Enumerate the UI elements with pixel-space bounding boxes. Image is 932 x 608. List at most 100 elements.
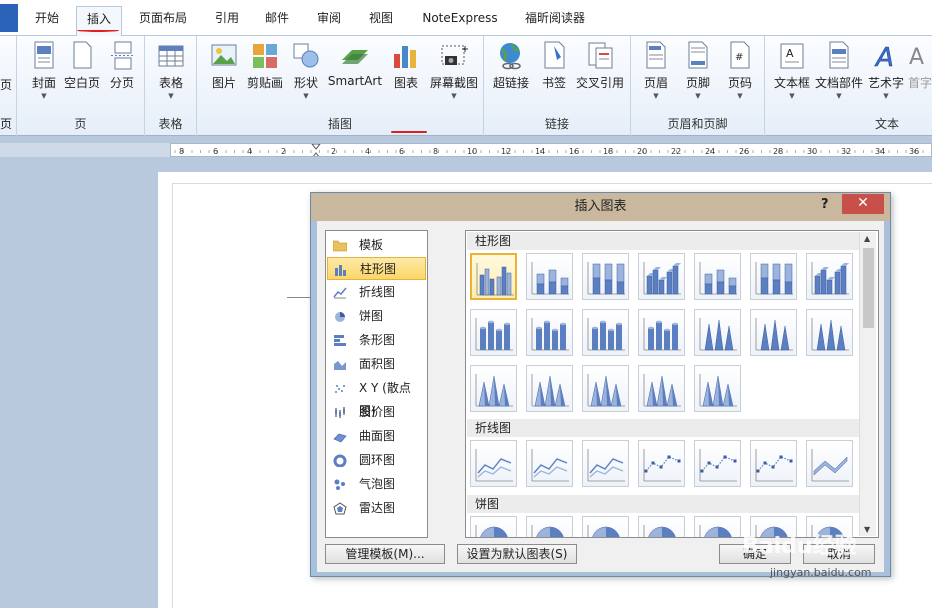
category-bar[interactable]: 条形图 bbox=[327, 329, 426, 352]
category-radar[interactable]: 雷达图 bbox=[327, 497, 426, 520]
chart-type-thumbnail[interactable] bbox=[806, 309, 853, 356]
thumbnail-mark bbox=[701, 456, 736, 472]
chart-type-thumbnail[interactable] bbox=[470, 365, 517, 412]
chart-type-thumbnail[interactable] bbox=[582, 309, 629, 356]
chart-button[interactable]: 图表 bbox=[381, 40, 431, 91]
quick-parts-button[interactable]: 文档部件 ▼ bbox=[813, 40, 865, 101]
chart-type-thumbnail[interactable] bbox=[526, 516, 573, 537]
chart-type-thumbnail[interactable] bbox=[470, 440, 517, 487]
chart-type-thumbnail[interactable] bbox=[526, 440, 573, 487]
tab-home[interactable]: 开始 bbox=[26, 8, 68, 36]
gallery-scrollbar[interactable]: ▲ ▼ bbox=[859, 232, 876, 536]
tab-view[interactable]: 视图 bbox=[360, 8, 402, 36]
tab-noteexpress[interactable]: NoteExpress bbox=[414, 8, 506, 36]
thumbnail-mark bbox=[656, 320, 662, 324]
shapes-button[interactable]: 形状 ▼ bbox=[281, 40, 331, 101]
tab-mailings[interactable]: 邮件 bbox=[256, 8, 298, 36]
cross-reference-label: 交叉引用 bbox=[575, 76, 624, 90]
chart-type-thumbnail[interactable] bbox=[582, 440, 629, 487]
chart-type-thumbnail[interactable] bbox=[694, 440, 741, 487]
thumbnail-mark bbox=[544, 322, 550, 350]
category-bubble[interactable]: 气泡图 bbox=[327, 473, 426, 496]
tab-insert[interactable]: 插入 bbox=[76, 6, 122, 37]
chart-type-thumbnail[interactable] bbox=[470, 309, 517, 356]
column-chart-icon bbox=[335, 265, 346, 276]
page-break-button[interactable]: 分页 bbox=[97, 40, 147, 91]
wordart-button[interactable]: A 艺术字 ▼ bbox=[861, 40, 911, 101]
table-button[interactable]: 表格 ▼ bbox=[146, 40, 196, 101]
ruler-tick-label: 26 bbox=[739, 147, 749, 156]
chart-type-thumbnail[interactable] bbox=[694, 309, 741, 356]
category-column[interactable]: 柱形图 bbox=[327, 257, 426, 280]
category-surface[interactable]: 曲面图 bbox=[327, 425, 426, 448]
horizontal-ruler[interactable]: 8 6 4 2 2 4 6 8 10 12 14 16 18 20 22 24 26 28 30 32 34 36 bbox=[170, 143, 932, 157]
help-button[interactable]: ? bbox=[821, 195, 835, 215]
screenshot-button[interactable]: 屏幕截图 ▼ bbox=[427, 40, 481, 101]
category-line[interactable]: 折线图 bbox=[327, 281, 426, 304]
thumbnail-mark bbox=[504, 324, 510, 350]
thumbnail-mark bbox=[672, 322, 678, 326]
cross-reference-button[interactable]: 交叉引用 bbox=[572, 40, 628, 91]
thumbnail-mark bbox=[827, 277, 835, 280]
category-pie[interactable]: 饼图 bbox=[327, 305, 426, 328]
header-icon bbox=[646, 41, 666, 69]
set-default-chart-button[interactable]: 设置为默认图表(S) bbox=[457, 544, 577, 564]
tab-foxit-reader[interactable]: 福昕阅读器 bbox=[516, 8, 594, 36]
tab-review[interactable]: 审阅 bbox=[308, 8, 350, 36]
thumbnail-mark bbox=[834, 271, 841, 295]
chart-type-thumbnail[interactable] bbox=[582, 253, 629, 300]
category-scatter[interactable]: X Y (散点图) bbox=[327, 377, 426, 418]
text-box-button[interactable]: A 文本框 ▼ bbox=[767, 40, 817, 101]
chart-type-thumbnail[interactable] bbox=[806, 440, 853, 487]
category-templates[interactable]: 模板 bbox=[327, 234, 426, 257]
chart-type-thumbnail[interactable] bbox=[750, 309, 797, 356]
ruler-tick-label: 14 bbox=[535, 147, 545, 156]
smartart-button[interactable]: SmartArt bbox=[327, 40, 383, 88]
chart-type-thumbnail[interactable] bbox=[694, 253, 741, 300]
manage-templates-button[interactable]: 管理模板(M)... bbox=[325, 544, 445, 564]
thumbnail-mark bbox=[789, 459, 793, 463]
tab-page-layout[interactable]: 页面布局 bbox=[130, 8, 196, 36]
chart-type-thumbnail[interactable] bbox=[694, 516, 741, 537]
thumbnail-mark bbox=[560, 277, 569, 287]
category-area[interactable]: 面积图 bbox=[327, 353, 426, 376]
tab-references[interactable]: 引用 bbox=[206, 8, 248, 36]
chart-type-thumbnail[interactable] bbox=[806, 253, 853, 300]
chart-type-thumbnail[interactable] bbox=[638, 440, 685, 487]
chart-type-thumbnail[interactable] bbox=[526, 309, 573, 356]
ruler-tick-label: 30 bbox=[807, 147, 817, 156]
scroll-thumb[interactable] bbox=[863, 248, 874, 328]
chart-type-thumbnail[interactable] bbox=[750, 253, 797, 300]
chart-type-thumbnail[interactable] bbox=[638, 309, 685, 356]
category-doughnut[interactable]: 圆环图 bbox=[327, 449, 426, 472]
hyperlink-icon bbox=[500, 43, 521, 70]
chart-category-list: 模板 柱形图 折线图 饼图 条形图 面积图 X Y (散点图) 股价图 曲面图 … bbox=[325, 230, 428, 538]
chart-type-thumbnail[interactable] bbox=[582, 516, 629, 537]
category-label: 曲面图 bbox=[359, 429, 396, 443]
file-tab[interactable] bbox=[0, 4, 18, 32]
category-label: 饼图 bbox=[359, 309, 384, 323]
section-header-pie: 饼图 bbox=[467, 495, 859, 513]
chart-type-thumbnail[interactable] bbox=[750, 440, 797, 487]
chart-type-thumbnail[interactable] bbox=[638, 516, 685, 537]
page-number-button[interactable]: # 页码 ▼ bbox=[715, 40, 765, 101]
chart-type-thumbnail[interactable] bbox=[694, 365, 741, 412]
drop-cap-icon: A bbox=[909, 45, 924, 70]
chart-type-thumbnail[interactable] bbox=[638, 253, 685, 300]
indent-marker-icon[interactable] bbox=[311, 144, 321, 157]
chart-type-thumbnail[interactable] bbox=[582, 365, 629, 412]
thumbnail-mark bbox=[716, 281, 725, 295]
dropdown-arrow-icon: ▼ bbox=[883, 92, 889, 100]
close-button[interactable]: ✕ bbox=[842, 194, 884, 214]
chart-type-thumbnail[interactable] bbox=[638, 365, 685, 412]
scroll-up-icon[interactable]: ▲ bbox=[864, 234, 870, 243]
chart-type-thumbnail[interactable] bbox=[526, 365, 573, 412]
drop-cap-button[interactable]: A 首字 bbox=[905, 40, 932, 91]
ruler-tick-label: 2 bbox=[281, 147, 286, 156]
category-stock[interactable]: 股价图 bbox=[327, 401, 426, 424]
thumbnail-mark bbox=[716, 269, 725, 283]
shapes-label: 形状 bbox=[293, 76, 318, 90]
chart-type-thumbnail[interactable] bbox=[526, 253, 573, 300]
chart-type-thumbnail[interactable] bbox=[470, 516, 517, 537]
chart-type-thumbnail[interactable] bbox=[470, 253, 517, 300]
